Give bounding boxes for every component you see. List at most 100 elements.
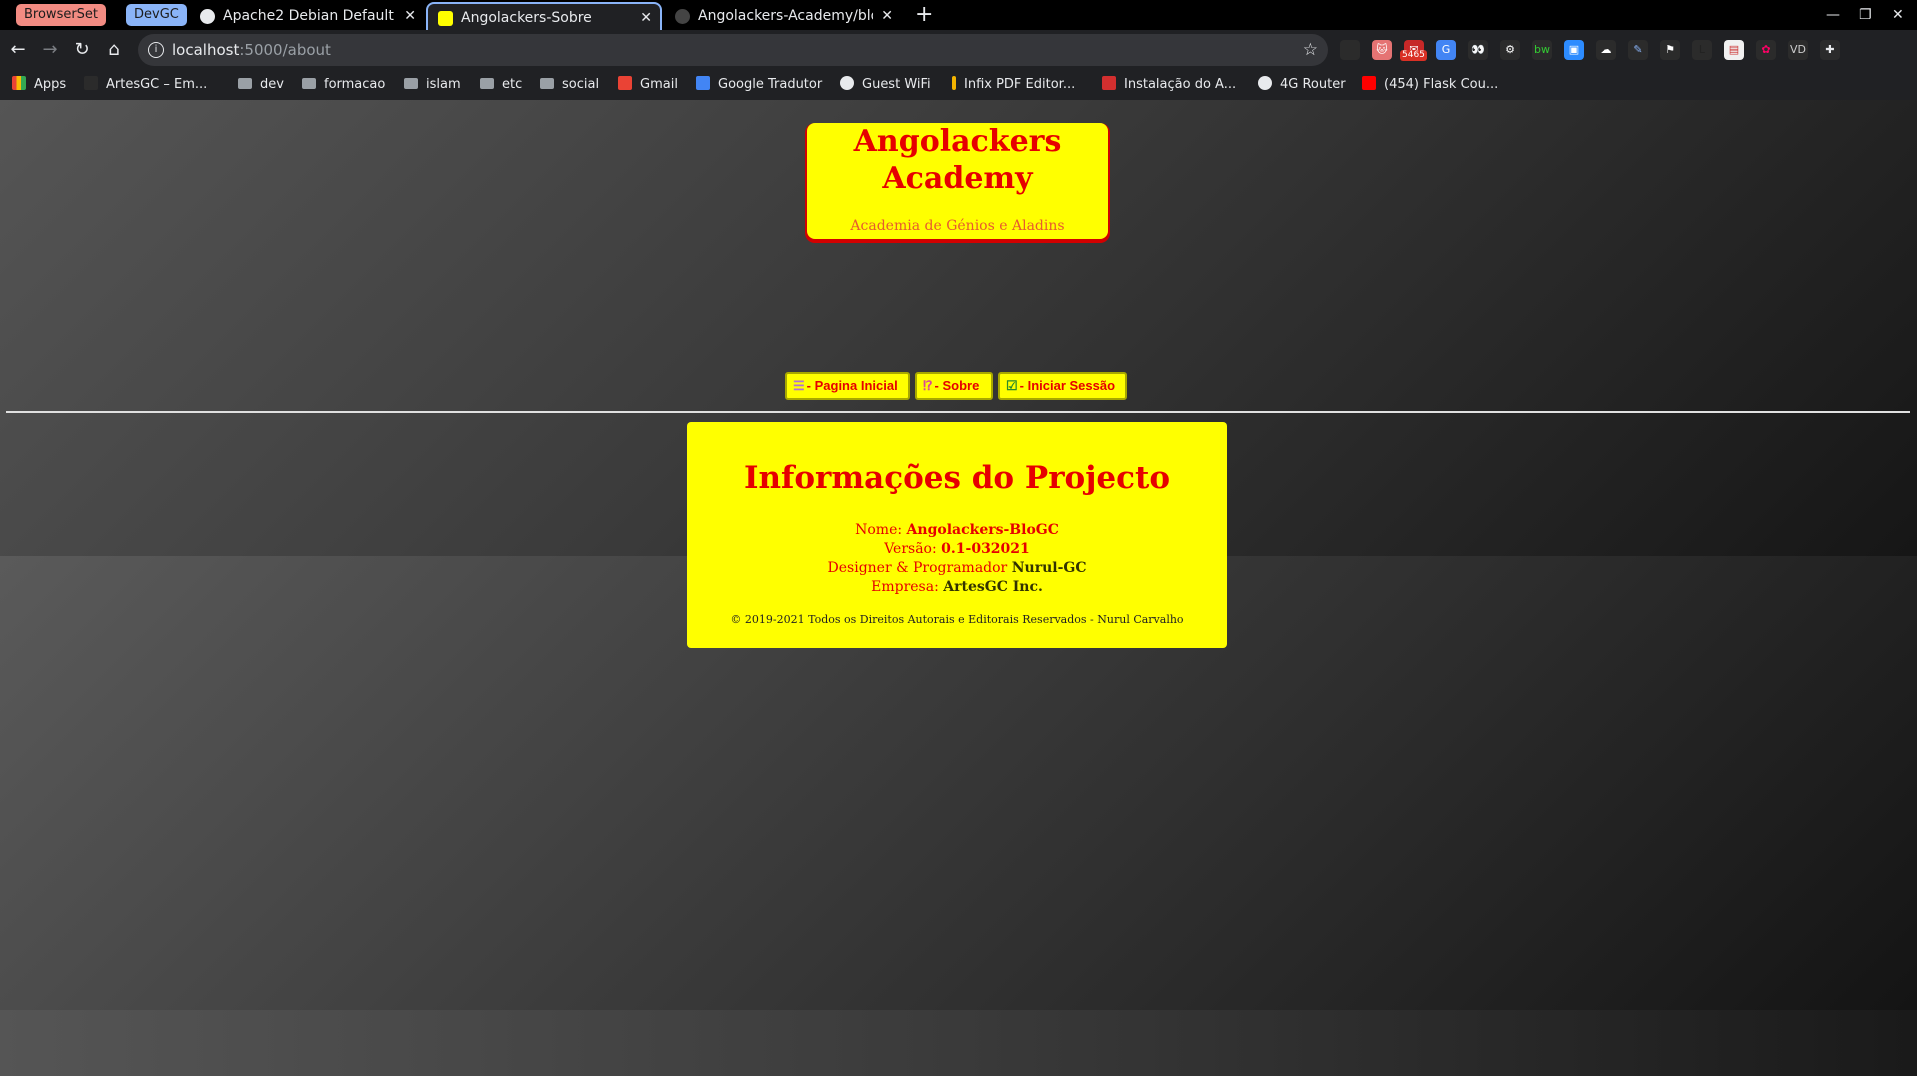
bookmark-label: Apps <box>34 77 67 92</box>
site-title-line1: Angolackers <box>853 124 1062 159</box>
eyes-extension-icon[interactable]: 👀 <box>1468 40 1488 60</box>
bookmark-artesgc[interactable]: ArtesGC – Em... <box>84 70 207 100</box>
project-name-row: Nome: Angolackers-BloGC <box>687 521 1227 540</box>
tab-title: Angolackers-Academy/blo <box>698 8 873 24</box>
bookmark-guest-wifi[interactable]: Guest WiFi <box>840 70 931 100</box>
translate-extension-icon[interactable]: G <box>1436 40 1456 60</box>
bookmark-instalacao[interactable]: Instalação do A... <box>1102 70 1236 100</box>
translate-icon <box>696 76 710 90</box>
bookmark-star-icon[interactable]: ☆ <box>1303 34 1318 66</box>
gear-extension-icon[interactable]: ⚙ <box>1500 40 1520 60</box>
back-icon[interactable]: ← <box>6 38 30 62</box>
project-info-title: Informações do Projecto <box>743 460 1171 496</box>
bookmark-folder-social[interactable]: social <box>540 70 599 100</box>
site-info-icon[interactable]: i <box>148 42 164 58</box>
page-viewport: Angolackers Academy Academia de Génios e… <box>0 100 1917 1076</box>
project-designer-label: Designer & Programador <box>827 560 1008 576</box>
tab-apache[interactable]: Apache2 Debian Default Pa ✕ <box>190 2 424 30</box>
bookmark-infix-pdf[interactable]: Infix PDF Editor... <box>952 70 1075 100</box>
address-bar[interactable]: i localhost:5000/about ☆ <box>138 34 1328 66</box>
router-icon <box>1258 76 1272 90</box>
url-text[interactable]: localhost:5000/about <box>172 34 331 66</box>
project-company-label: Empresa: <box>871 579 939 595</box>
nav-about-button[interactable]: ⁉ - Sobre <box>915 372 993 400</box>
project-version-row: Versão: 0.1-032021 <box>687 540 1227 559</box>
bookmark-label: Infix PDF Editor... <box>964 77 1076 92</box>
bookmark-folder-dev[interactable]: dev <box>238 70 284 100</box>
forward-icon[interactable]: → <box>38 38 62 62</box>
close-icon[interactable]: ✕ <box>881 2 893 30</box>
puzzle-extensions-icon[interactable]: ✚ <box>1820 40 1840 60</box>
folder-icon <box>540 78 554 89</box>
project-info-details: Nome: Angolackers-BloGC Versão: 0.1-0320… <box>687 521 1227 597</box>
project-designer-value: Nurul-GC <box>1011 560 1087 576</box>
project-info-card: Informações do Projecto Nome: Angolacker… <box>687 422 1227 648</box>
vd-extension-icon[interactable]: VD <box>1788 40 1808 60</box>
site-subtitle: Academia de Génios e Aladins <box>850 218 1065 234</box>
close-icon[interactable]: ✕ <box>640 4 652 30</box>
zoom-extension-icon[interactable]: ▣ <box>1564 40 1584 60</box>
gmail-icon <box>618 76 632 90</box>
extension-icon[interactable] <box>1340 40 1360 60</box>
bookmark-label: (454) Flask Cou... <box>1384 77 1499 92</box>
bookmark-label: Google Tradutor <box>718 77 823 92</box>
tab-group-devgc[interactable]: DevGC <box>126 4 187 26</box>
browser-toolbar: ← → ↻ ⌂ i localhost:5000/about ☆ 🐱 ✉ G 👀… <box>0 30 1917 92</box>
tab-angolackers-sobre[interactable]: Angolackers-Sobre ✕ <box>426 2 662 30</box>
bookmark-folder-formacao[interactable]: formacao <box>302 70 385 100</box>
bookmark-google-tradutor[interactable]: Google Tradutor <box>696 70 822 100</box>
l-extension-icon[interactable]: L <box>1692 40 1712 60</box>
home-icon[interactable]: ⌂ <box>102 38 126 62</box>
project-name-value: Angolackers-BloGC <box>906 522 1059 538</box>
nav-login-button[interactable]: ☑ - Iniciar Sessão <box>998 372 1127 400</box>
tab-github[interactable]: Angolackers-Academy/blo ✕ <box>665 2 901 30</box>
artesgc-icon <box>84 76 98 90</box>
tab-group-browserset[interactable]: BrowserSet <box>16 4 107 26</box>
bookmark-apps[interactable]: Apps <box>12 70 66 100</box>
project-version-value: 0.1-032021 <box>941 541 1030 557</box>
globe-icon <box>200 9 215 24</box>
home-icon: ☰ <box>793 378 805 393</box>
restore-icon[interactable]: ❐ <box>1859 0 1872 30</box>
bookmark-4g-router[interactable]: 4G Router <box>1258 70 1346 100</box>
tab-title: Apache2 Debian Default Pa <box>223 8 396 24</box>
project-name-label: Nome: <box>855 522 903 538</box>
bookmark-label: Instalação do A... <box>1124 77 1237 92</box>
site-header: Angolackers Academy Academia de Génios e… <box>807 123 1108 239</box>
bw-extension-icon[interactable]: bw <box>1532 40 1552 60</box>
apps-grid-icon <box>12 76 26 90</box>
site-favicon-icon <box>438 11 453 26</box>
bookmark-label: 4G Router <box>1280 77 1346 92</box>
site-nav: ☰ - Pagina Inicial ⁉ - Sobre ☑ - Iniciar Se… <box>0 372 1917 402</box>
close-icon[interactable]: ✕ <box>404 2 416 30</box>
tab-strip: BrowserSet DevGC Apache2 Debian Default … <box>0 0 1917 30</box>
bookmark-label: ArtesGC – Em... <box>106 77 208 92</box>
extension-cat-icon[interactable]: 🐱 <box>1372 40 1392 60</box>
project-company-value: ArtesGC Inc. <box>943 579 1043 595</box>
color-extension-icon[interactable]: ✿ <box>1756 40 1776 60</box>
nav-home-label: - Pagina Inicial <box>806 378 898 393</box>
folder-icon <box>404 78 418 89</box>
bookmark-folder-etc[interactable]: etc <box>480 70 522 100</box>
globe-icon <box>840 76 854 90</box>
project-company-row: Empresa: ArtesGC Inc. <box>687 578 1227 597</box>
bookmark-label: dev <box>260 77 284 92</box>
window-close-icon[interactable]: ✕ <box>1892 0 1904 30</box>
cloud-extension-icon[interactable]: ☁ <box>1596 40 1616 60</box>
new-tab-button[interactable]: + <box>915 1 933 29</box>
bookmark-label: formacao <box>324 77 386 92</box>
bookmark-gmail[interactable]: Gmail <box>618 70 678 100</box>
copyright-text: © 2019-2021 Todos os Direitos Autorais e… <box>730 613 1184 626</box>
github-icon <box>675 9 690 24</box>
bookmark-flask-youtube[interactable]: (454) Flask Cou... <box>1362 70 1498 100</box>
nav-home-button[interactable]: ☰ - Pagina Inicial <box>785 372 910 400</box>
reload-icon[interactable]: ↻ <box>70 38 94 62</box>
calendar-extension-icon[interactable]: ▤ <box>1724 40 1744 60</box>
minimize-icon[interactable]: — <box>1826 0 1840 30</box>
project-designer-row: Designer & Programador Nurul-GC <box>687 559 1227 578</box>
interrobang-icon: ⁉ <box>923 378 933 393</box>
bookmark-folder-islam[interactable]: islam <box>404 70 461 100</box>
pen-extension-icon[interactable]: ✎ <box>1628 40 1648 60</box>
site-title-line2: Academy <box>882 161 1033 196</box>
pin-extension-icon[interactable]: ⚑ <box>1660 40 1680 60</box>
